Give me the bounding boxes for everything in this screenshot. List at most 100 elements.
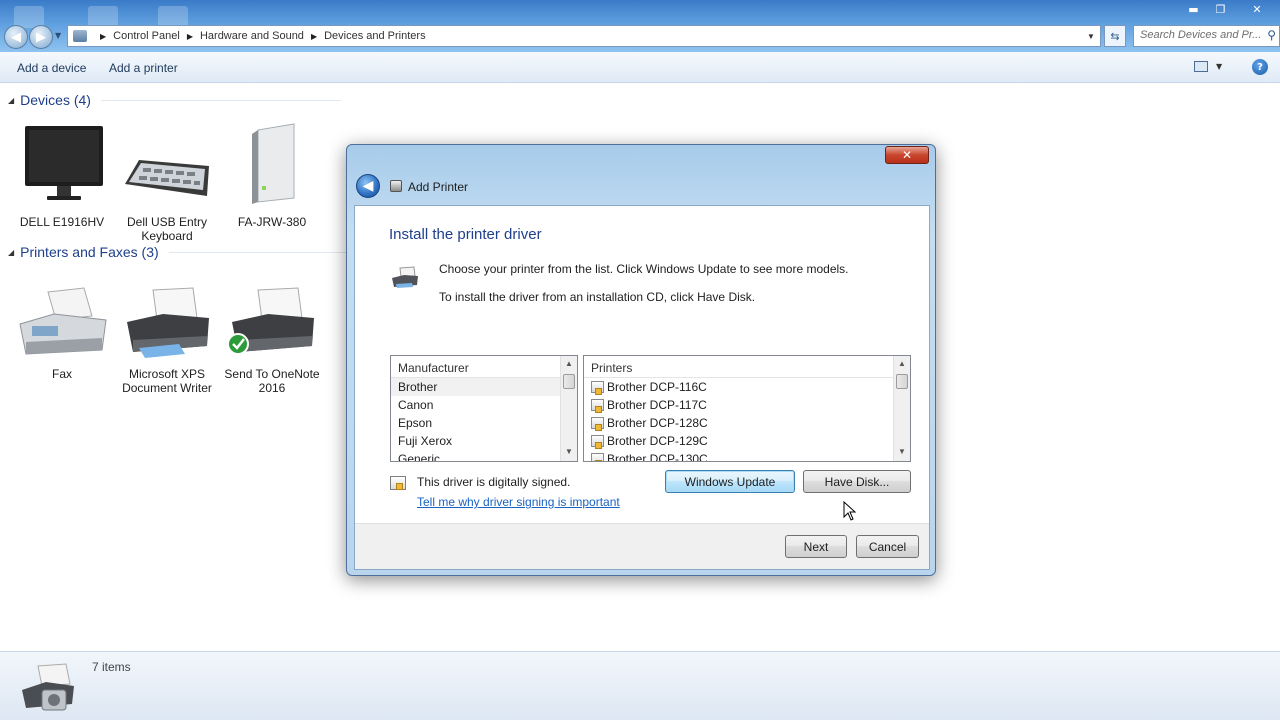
collapse-triangle-icon[interactable]: ◢ [8, 96, 14, 105]
search-input[interactable]: Search Devices and Pr... ⚲ [1133, 25, 1280, 47]
printer-model-label: Brother DCP-116C [607, 380, 707, 394]
printer-model-label: Brother DCP-130C [607, 452, 708, 462]
devices-group-header[interactable]: ◢ Devices (4) [8, 92, 341, 108]
printer-model-label: Brother DCP-129C [607, 434, 708, 448]
printer-icon [390, 180, 402, 192]
printers-group-header[interactable]: ◢ Printers and Faxes (3) [8, 244, 349, 260]
dialog-back-button[interactable]: ◀ [356, 174, 380, 198]
printers-list[interactable]: Printers Brother DCP-116C Brother DCP-11… [583, 355, 911, 462]
printer-icon [127, 287, 209, 358]
scroll-thumb[interactable] [896, 374, 908, 389]
devices-group-title: Devices (4) [20, 92, 91, 108]
printers-group-title: Printers and Faxes (3) [20, 244, 159, 260]
list-item[interactable]: Epson [391, 414, 577, 432]
item-count: 7 items [92, 660, 131, 674]
close-button[interactable]: ✕ [1234, 0, 1280, 18]
breadcrumb-separator[interactable]: ▶ [311, 32, 317, 41]
breadcrumb-separator[interactable]: ▶ [187, 32, 193, 41]
printer-icon [227, 287, 314, 355]
search-placeholder: Search Devices and Pr... [1140, 29, 1262, 41]
minimize-button[interactable]: ▬ [1180, 0, 1207, 18]
printer-label: Fax [51, 367, 72, 381]
fax-icon [19, 287, 107, 355]
command-bar [0, 52, 1280, 83]
scroll-thumb[interactable] [563, 374, 575, 389]
breadcrumb-devices-and-printers[interactable]: Devices and Printers [324, 30, 426, 42]
device-label: DELL E1916HV [19, 215, 105, 229]
scroll-up-arrow-icon[interactable]: ▲ [894, 356, 910, 373]
window-controls: ▬ ❐ ✕ [1180, 0, 1280, 18]
device-monitor[interactable]: DELL E1916HV [12, 122, 112, 229]
scroll-down-arrow-icon[interactable]: ▼ [894, 444, 910, 461]
collapse-triangle-icon[interactable]: ◢ [8, 248, 14, 257]
control-panel-icon [73, 30, 87, 42]
search-icon[interactable]: ⚲ [1267, 28, 1276, 42]
driver-signing-link[interactable]: Tell me why driver signing is important [417, 495, 620, 509]
back-button[interactable]: ◀ [4, 25, 28, 49]
help-icon[interactable]: ? [1252, 59, 1268, 75]
scroll-down-arrow-icon[interactable]: ▼ [561, 444, 577, 461]
list-item[interactable]: Brother DCP-128C [584, 414, 910, 432]
vertical-scrollbar[interactable]: ▲ ▼ [893, 356, 910, 461]
printer-model-label: Brother DCP-117C [607, 398, 707, 412]
manufacturer-list-header: Manufacturer [391, 356, 577, 378]
breadcrumb-hardware-and-sound[interactable]: Hardware and Sound [200, 30, 304, 42]
have-disk-button[interactable]: Have Disk... [803, 470, 911, 493]
list-item[interactable]: Generic [391, 450, 577, 461]
device-label: FA-JRW-380 [237, 215, 307, 229]
maximize-button[interactable]: ❐ [1207, 0, 1234, 18]
printer-label: Send To OneNote 2016 [224, 367, 320, 395]
monitor-icon [25, 126, 103, 200]
forward-button[interactable]: ▶ [29, 25, 53, 49]
printer-driver-icon [591, 435, 604, 449]
printer-fax[interactable]: Fax [12, 274, 112, 381]
list-item[interactable]: Brother DCP-117C [584, 396, 910, 414]
dialog-title: Add Printer [408, 180, 469, 194]
printer-driver-icon [591, 417, 604, 431]
instruction-text: To install the driver from an installati… [439, 290, 756, 304]
breadcrumb-control-panel[interactable]: Control Panel [113, 30, 180, 42]
dialog-footer: Next Cancel [355, 523, 929, 569]
signed-driver-text: This driver is digitally signed. [417, 475, 571, 489]
printer-onenote[interactable]: Send To OneNote 2016 [222, 274, 322, 395]
list-item[interactable]: Brother [391, 378, 577, 396]
instruction-text: Choose your printer from the list. Click… [439, 262, 849, 276]
cancel-button[interactable]: Cancel [856, 535, 919, 558]
list-item[interactable]: Brother DCP-116C [584, 378, 910, 396]
scroll-up-arrow-icon[interactable]: ▲ [561, 356, 577, 373]
list-item[interactable]: Canon [391, 396, 577, 414]
devices-and-printers-icon [22, 663, 74, 711]
address-bar[interactable]: ▶ Control Panel ▶ Hardware and Sound ▶ D… [67, 25, 1101, 47]
printer-label: Microsoft XPS Document Writer [122, 367, 212, 395]
manufacturer-list[interactable]: Manufacturer Brother Canon Epson Fuji Xe… [390, 355, 578, 462]
device-keyboard[interactable]: Dell USB Entry Keyboard [117, 122, 217, 243]
address-dropdown-chevron-icon[interactable]: ▼ [1082, 32, 1100, 41]
group-divider [168, 251, 349, 253]
printer-xps[interactable]: Microsoft XPS Document Writer [117, 274, 217, 395]
printers-list-header: Printers [584, 356, 910, 378]
keyboard-icon [125, 160, 209, 196]
signed-driver-icon [390, 476, 406, 490]
breadcrumb-separator: ▶ [100, 31, 107, 41]
vertical-scrollbar[interactable]: ▲ ▼ [560, 356, 577, 461]
change-view-icon[interactable] [1194, 61, 1208, 72]
windows-update-button[interactable]: Windows Update [665, 470, 795, 493]
add-device-button[interactable]: Add a device [17, 61, 86, 75]
device-storage[interactable]: FA-JRW-380 [222, 122, 322, 229]
list-item[interactable]: Fuji Xerox [391, 432, 577, 450]
group-divider [100, 99, 341, 101]
dialog-close-button[interactable]: ✕ [885, 146, 929, 164]
printer-driver-icon [591, 453, 604, 461]
refresh-button[interactable]: ⇆ [1104, 25, 1126, 47]
printer-icon [392, 266, 418, 288]
list-item[interactable]: Brother DCP-130C [584, 450, 910, 462]
view-dropdown-chevron-icon[interactable]: ▼ [1216, 62, 1222, 71]
add-printer-button[interactable]: Add a printer [109, 61, 178, 75]
dialog-heading: Install the printer driver [389, 226, 542, 243]
printer-driver-icon [591, 399, 604, 413]
recent-pages-chevron-icon[interactable]: ▼ [55, 31, 61, 40]
list-item[interactable]: Brother DCP-129C [584, 432, 910, 450]
printer-driver-icon [591, 381, 604, 395]
next-button[interactable]: Next [785, 535, 847, 558]
mouse-cursor-icon [843, 501, 857, 521]
